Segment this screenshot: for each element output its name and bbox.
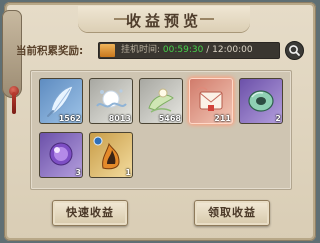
reward-item-slot[interactable]: 3 [39,132,83,178]
item-count: 1 [125,168,131,177]
reward-items-panel: 1562 8013 5468 211 2 3 1 [30,70,292,190]
idle-time-label: 挂机时间: [121,45,161,55]
reward-item-slot[interactable]: 211 [189,78,233,124]
item-count: 211 [214,114,231,123]
search-button[interactable] [285,41,304,60]
reward-item-slot[interactable]: 5468 [139,78,183,124]
idle-time-progress-bar: 挂机时间: 00:59:30 / 12:00:00 [98,42,280,59]
title-bar: 收益预览 [78,6,250,32]
progress-fill [100,44,115,57]
tassel-icon [12,92,16,114]
item-count: 8013 [108,114,131,123]
reward-item-slot[interactable]: 8013 [89,78,133,124]
idle-time-text: 挂机时间: 00:59:30 / 12:00:00 [121,44,253,57]
item-count: 2 [275,114,281,123]
idle-time-current: 00:59:30 [162,45,204,55]
magnifier-icon [289,45,300,56]
item-count: 3 [75,168,81,177]
title-decoration-right [200,18,214,20]
stage: 收益预览 当前积累奖励: 挂机时间: 00:59:30 / 12:00:00 1… [0,0,320,243]
idle-time-separator: / [206,45,210,55]
item-count: 1562 [58,114,81,123]
reward-item-slot[interactable]: 1562 [39,78,83,124]
reward-item-slot[interactable]: 1 [89,132,133,178]
idle-time-total: 12:00:00 [212,45,253,55]
quick-earnings-button[interactable]: 快速收益 [52,200,128,226]
claim-earnings-button[interactable]: 领取收益 [194,200,270,226]
accumulated-rewards-label: 当前积累奖励: [16,45,84,57]
item-count: 5468 [158,114,181,123]
window-title: 收益预览 [125,12,202,30]
reward-item-slot[interactable]: 2 [239,78,283,124]
